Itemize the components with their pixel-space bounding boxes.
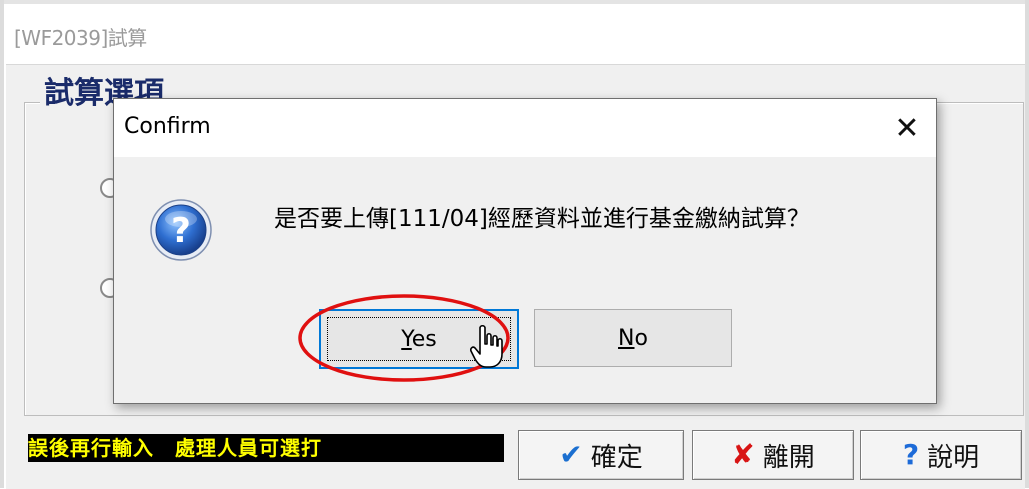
- ok-button[interactable]: ✔ 確定: [518, 430, 684, 480]
- mouse-pointer-icon: [470, 324, 503, 368]
- close-icon[interactable]: ✕: [878, 99, 936, 157]
- checkmark-icon: ✔: [559, 438, 583, 471]
- help-button-label: 說明: [927, 442, 980, 473]
- parent-border: [0, 0, 1029, 4]
- ok-button-label: 確定: [590, 442, 643, 473]
- question-mark-icon: ?: [902, 438, 920, 471]
- svg-text:?: ?: [171, 211, 191, 251]
- question-icon: ?: [150, 199, 212, 261]
- parent-border: [1025, 0, 1029, 488]
- exit-button-label: 離開: [762, 442, 815, 473]
- no-button[interactable]: No: [534, 309, 732, 367]
- dialog-title: Confirm: [124, 114, 211, 139]
- dialog-message: 是否要上傳[111/04]經歷資料並進行基金繳納試算？: [274, 206, 810, 232]
- exit-button[interactable]: ✘ 離開: [692, 430, 854, 480]
- x-mark-icon: ✘: [731, 438, 755, 471]
- dialog-titlebar: Confirm ✕: [114, 99, 936, 157]
- status-message: 誤後再行輸入 處理人員可選打: [28, 434, 504, 462]
- parent-window-title: [WF2039]試算: [14, 26, 147, 50]
- no-button-label: No: [618, 325, 648, 351]
- parent-border: [0, 0, 4, 488]
- confirm-dialog: Confirm ✕ ? 是否要上傳[111/04]經歷資料並進行基金繳納試算？ …: [113, 98, 937, 404]
- help-button[interactable]: ? 說明: [860, 430, 1022, 480]
